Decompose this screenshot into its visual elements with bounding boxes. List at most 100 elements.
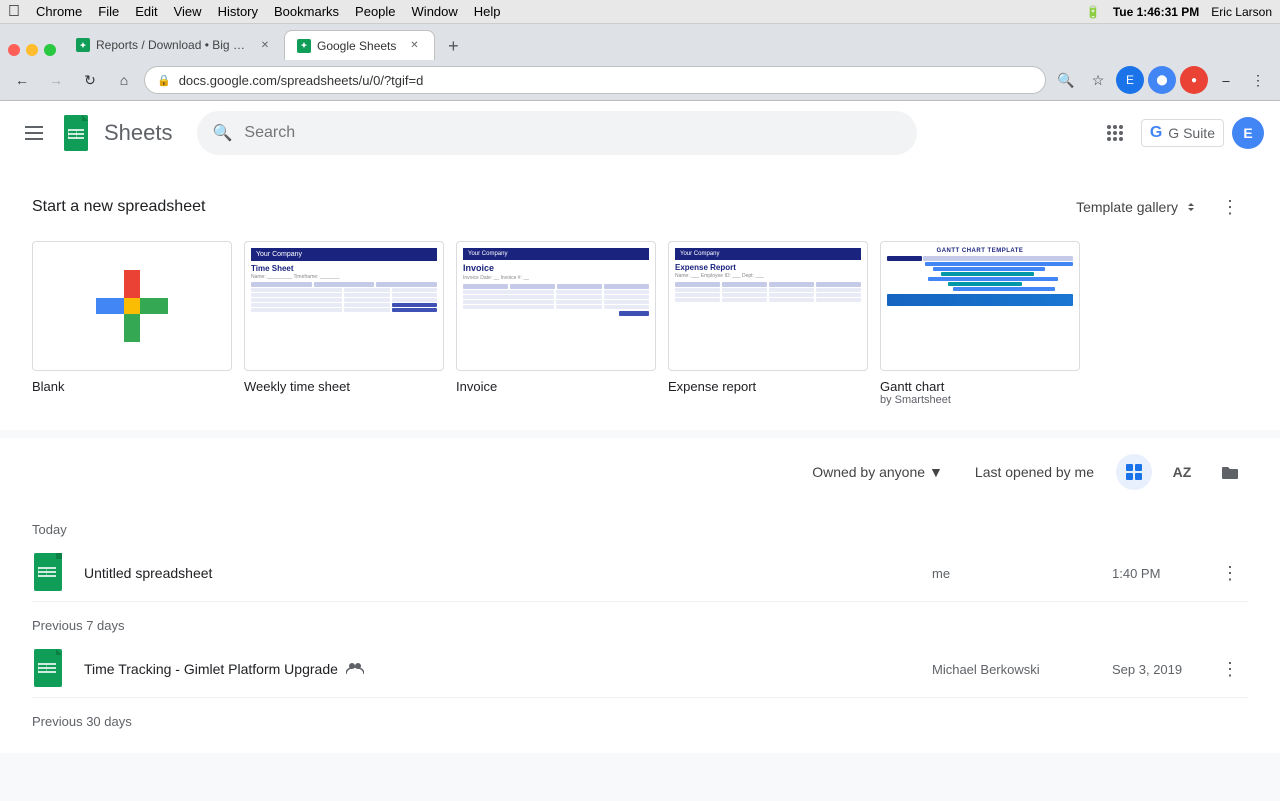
back-button[interactable]: ← bbox=[8, 66, 36, 94]
tab-close-sheets[interactable]: ✕ bbox=[406, 38, 422, 54]
menu-chrome[interactable]: Chrome bbox=[36, 4, 82, 19]
tab-sheets[interactable]: ✦ Google Sheets ✕ bbox=[284, 30, 435, 60]
menu-view[interactable]: View bbox=[174, 4, 202, 19]
template-blank[interactable]: Blank bbox=[32, 241, 232, 406]
battery-indicator: 🔋 bbox=[1086, 5, 1101, 19]
menu-edit[interactable]: Edit bbox=[135, 4, 157, 19]
file-more-untitled[interactable]: ⋮ bbox=[1212, 555, 1248, 591]
menu-help[interactable]: Help bbox=[474, 4, 501, 19]
sheets-file-icon-svg bbox=[32, 553, 68, 593]
timesheet-preview: Your Company Time Sheet Name: _________ … bbox=[245, 242, 443, 370]
menu-file[interactable]: File bbox=[98, 4, 119, 19]
period-today-label: Today bbox=[32, 506, 1248, 545]
window-minimize-btn[interactable] bbox=[26, 44, 38, 56]
gsuite-badge: G G Suite bbox=[1141, 119, 1224, 147]
tab-bar: ✦ Reports / Download • Big Cam... ✕ ✦ Go… bbox=[0, 24, 1280, 60]
address-bar[interactable]: 🔒 docs.google.com/spreadsheets/u/0/?tgif… bbox=[144, 66, 1046, 94]
template-invoice-label: Invoice bbox=[456, 379, 656, 394]
expense-preview: Your Company Expense Report Name: ___ Em… bbox=[669, 242, 867, 370]
apple-menu[interactable]:  bbox=[8, 3, 20, 21]
sort-az-btn[interactable]: AZ bbox=[1164, 454, 1200, 490]
account-circle-btn[interactable]: E bbox=[1116, 66, 1144, 94]
file-icon-untitled bbox=[32, 555, 68, 591]
files-header: Owned by anyone ▼ Last opened by me AZ bbox=[32, 454, 1248, 490]
owner-filter-btn[interactable]: Owned by anyone ▼ bbox=[802, 458, 953, 486]
period-7days-label: Previous 7 days bbox=[32, 602, 1248, 641]
search-bar[interactable]: 🔍 bbox=[197, 111, 917, 155]
google-apps-btn[interactable] bbox=[1097, 115, 1133, 151]
template-gantt-sublabel: by Smartsheet bbox=[880, 394, 1080, 406]
file-row-untitled[interactable]: Untitled spreadsheet me 1:40 PM ⋮ bbox=[32, 545, 1248, 602]
templates-more-btn[interactable]: ⋮ bbox=[1212, 189, 1248, 225]
browser-menu-btn[interactable]: ⋮ bbox=[1244, 66, 1272, 94]
app-header: Sheets 🔍 G G Suite E bbox=[0, 101, 1280, 165]
tab-favicon-reports: ✦ bbox=[76, 38, 90, 52]
section-divider bbox=[0, 430, 1280, 438]
search-icon: 🔍 bbox=[213, 123, 233, 143]
period-30days-label: Previous 30 days bbox=[32, 698, 1248, 737]
file-row-timetracking[interactable]: Time Tracking - Gimlet Platform Upgrade … bbox=[32, 641, 1248, 698]
tab-label-reports: Reports / Download • Big Cam... bbox=[96, 38, 248, 52]
sheets-logo-icon bbox=[56, 113, 96, 153]
blank-plus-icon bbox=[96, 270, 168, 342]
template-timesheet-label: Weekly time sheet bbox=[244, 379, 444, 394]
file-owner-untitled: me bbox=[932, 566, 1112, 581]
logo-area: Sheets bbox=[56, 113, 173, 153]
menu-bookmarks[interactable]: Bookmarks bbox=[274, 4, 339, 19]
app-title: Sheets bbox=[104, 120, 173, 146]
tab-close-reports[interactable]: ✕ bbox=[258, 37, 272, 53]
browser-chrome: ✦ Reports / Download • Big Cam... ✕ ✦ Go… bbox=[0, 24, 1280, 101]
menu-people[interactable]: People bbox=[355, 4, 395, 19]
home-button[interactable]: ⌂ bbox=[110, 66, 138, 94]
browser-search-btn[interactable]: 🔍 bbox=[1052, 66, 1080, 94]
chrome-extension-btn1[interactable]: ⬤ bbox=[1148, 66, 1176, 94]
reload-button[interactable]: ↻ bbox=[76, 66, 104, 94]
tab-favicon-sheets: ✦ bbox=[297, 39, 311, 53]
browser-toolbar-right: 🔍 ☆ E ⬤ ● ⎯ ⋮ bbox=[1052, 66, 1272, 94]
sort-btn[interactable]: Last opened by me bbox=[965, 458, 1104, 486]
template-timesheet[interactable]: Your Company Time Sheet Name: _________ … bbox=[244, 241, 444, 406]
template-gallery-controls: Template gallery ⋮ bbox=[1068, 189, 1248, 225]
templates-section-header: Start a new spreadsheet Template gallery… bbox=[32, 189, 1248, 225]
hamburger-menu-btn[interactable] bbox=[16, 115, 52, 151]
shared-icon bbox=[346, 661, 364, 678]
menu-history[interactable]: History bbox=[218, 4, 258, 19]
shared-people-icon bbox=[346, 661, 364, 675]
template-gantt-label: Gantt chart bbox=[880, 379, 1080, 394]
template-gantt-thumb: GANTT CHART TEMPLATE bbox=[880, 241, 1080, 371]
folder-icon bbox=[1221, 463, 1239, 481]
template-gantt[interactable]: GANTT CHART TEMPLATE bbox=[880, 241, 1080, 406]
template-expense-thumb: Your Company Expense Report Name: ___ Em… bbox=[668, 241, 868, 371]
tab-reports[interactable]: ✦ Reports / Download • Big Cam... ✕ bbox=[64, 30, 284, 60]
template-blank-label: Blank bbox=[32, 379, 232, 394]
invoice-preview: Your Company Invoice Invoice Date: __ In… bbox=[457, 242, 655, 370]
window-close-btn[interactable] bbox=[8, 44, 20, 56]
user-avatar[interactable]: E bbox=[1232, 117, 1264, 149]
template-invoice[interactable]: Your Company Invoice Invoice Date: __ In… bbox=[456, 241, 656, 406]
grid-view-btn[interactable] bbox=[1116, 454, 1152, 490]
sheets-file-icon-svg2 bbox=[32, 649, 68, 689]
ssl-lock-icon: 🔒 bbox=[157, 74, 171, 87]
template-expense[interactable]: Your Company Expense Report Name: ___ Em… bbox=[668, 241, 868, 406]
file-icon-timetracking bbox=[32, 651, 68, 687]
template-gallery-btn[interactable]: Template gallery bbox=[1068, 194, 1208, 220]
new-tab-button[interactable]: + bbox=[439, 32, 467, 60]
search-input[interactable] bbox=[244, 124, 900, 142]
expand-arrows-icon bbox=[1182, 198, 1200, 216]
menu-window[interactable]: Window bbox=[412, 4, 458, 19]
file-date-timetracking: Sep 3, 2019 bbox=[1112, 662, 1212, 677]
dropdown-arrow-icon: ▼ bbox=[929, 464, 943, 480]
templates-section: Start a new spreadsheet Template gallery… bbox=[0, 165, 1280, 430]
folder-view-btn[interactable] bbox=[1212, 454, 1248, 490]
plus-horizontal bbox=[96, 298, 168, 314]
forward-button[interactable]: → bbox=[42, 66, 70, 94]
extensions-btn[interactable]: ⎯ bbox=[1212, 66, 1240, 94]
template-expense-label: Expense report bbox=[668, 379, 868, 394]
chrome-extension-btn2[interactable]: ● bbox=[1180, 66, 1208, 94]
window-maximize-btn[interactable] bbox=[44, 44, 56, 56]
file-more-timetracking[interactable]: ⋮ bbox=[1212, 651, 1248, 687]
google-apps-icon bbox=[1105, 123, 1125, 143]
bookmark-btn[interactable]: ☆ bbox=[1084, 66, 1112, 94]
tab-label-sheets: Google Sheets bbox=[317, 39, 396, 53]
menu-bar:  Chrome File Edit View History Bookmark… bbox=[0, 0, 1280, 24]
